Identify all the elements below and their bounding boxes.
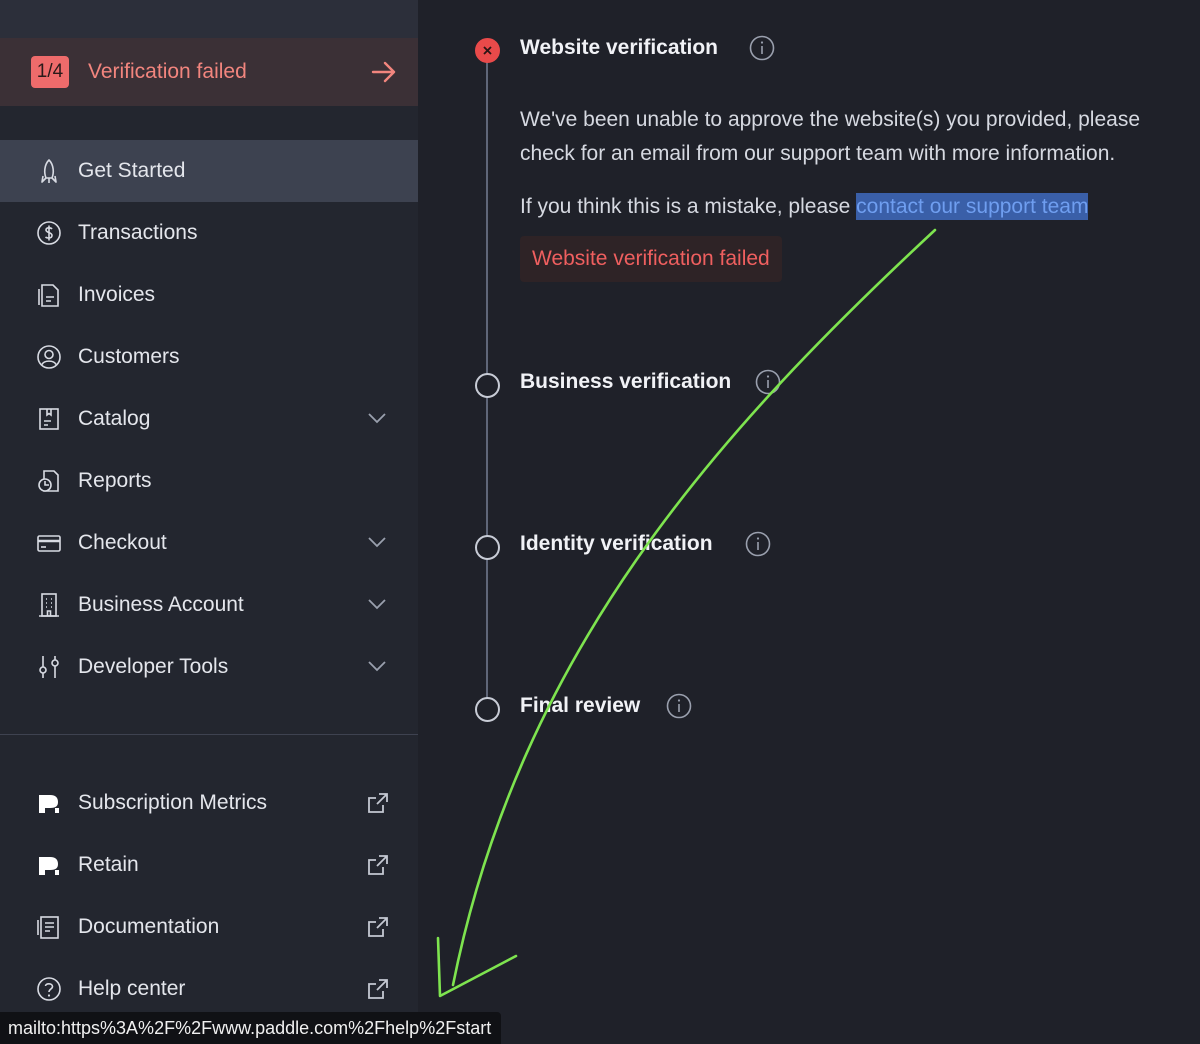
- reports-icon: [35, 467, 63, 495]
- paddle-logo-icon: [35, 789, 63, 817]
- sidebar-divider: [0, 734, 418, 735]
- step-pending-indicator: [475, 535, 500, 560]
- user-circle-icon: [35, 343, 63, 371]
- main-nav: Get Started Transactions Invoices Custom…: [0, 140, 418, 698]
- external-link-icon[interactable]: [366, 915, 390, 939]
- step-title-identity-verification: Identity verification: [520, 532, 713, 555]
- chevron-down-icon[interactable]: [366, 655, 388, 677]
- sidebar-item-checkout[interactable]: Checkout: [0, 512, 418, 574]
- info-icon[interactable]: [666, 693, 692, 719]
- mistake-contact-line: If you think this is a mistake, please c…: [520, 190, 1200, 224]
- step-pending-indicator: [475, 373, 500, 398]
- sidebar-item-label: Catalog: [78, 407, 151, 430]
- sidebar: 1/4 Verification failed Get Started Tran…: [0, 0, 418, 1044]
- external-link-icon[interactable]: [366, 853, 390, 877]
- sidebar-item-subscription-metrics[interactable]: Subscription Metrics: [0, 772, 418, 834]
- sliders-icon: [35, 653, 63, 681]
- sidebar-item-retain[interactable]: Retain: [0, 834, 418, 896]
- sidebar-item-help-center[interactable]: Help center: [0, 958, 418, 1020]
- mistake-prefix: If you think this is a mistake, please: [520, 195, 857, 218]
- sidebar-item-label: Help center: [78, 977, 186, 1000]
- contact-support-link[interactable]: contact our support team: [856, 193, 1089, 220]
- arrow-right-icon: [371, 61, 396, 83]
- dollar-circle-icon: [35, 219, 63, 247]
- sidebar-item-label: Transactions: [78, 221, 198, 244]
- step-pending-indicator: [475, 697, 500, 722]
- sidebar-item-label: Reports: [78, 469, 152, 492]
- rocket-icon: [35, 157, 63, 185]
- chevron-down-icon[interactable]: [366, 531, 388, 553]
- sidebar-item-business-account[interactable]: Business Account: [0, 574, 418, 636]
- step-failed-indicator: [475, 38, 500, 63]
- sidebar-item-customers[interactable]: Customers: [0, 326, 418, 388]
- verification-status-label: Verification failed: [88, 60, 247, 83]
- external-link-icon[interactable]: [366, 977, 390, 1001]
- step-title-website-verification: Website verification: [520, 36, 719, 59]
- verification-status-banner[interactable]: 1/4 Verification failed: [0, 38, 418, 106]
- sidebar-item-documentation[interactable]: Documentation: [0, 896, 418, 958]
- sidebar-item-label: Checkout: [78, 531, 167, 554]
- sidebar-item-label: Get Started: [78, 159, 186, 182]
- sidebar-item-transactions[interactable]: Transactions: [0, 202, 418, 264]
- sidebar-item-label: Customers: [78, 345, 180, 368]
- external-link-icon[interactable]: [366, 791, 390, 815]
- credit-card-icon: [35, 529, 63, 557]
- sidebar-item-label: Business Account: [78, 593, 244, 616]
- help-circle-icon: [35, 975, 63, 1003]
- website-verification-failed-badge: Website verification failed: [520, 236, 782, 282]
- sidebar-item-label: Developer Tools: [78, 655, 229, 678]
- paddle-logo-icon: [35, 851, 63, 879]
- sidebar-item-reports[interactable]: Reports: [0, 450, 418, 512]
- step-title-final-review: Final review: [520, 694, 641, 717]
- step-counter-badge: 1/4: [31, 56, 69, 88]
- sidebar-item-label: Subscription Metrics: [78, 791, 268, 814]
- info-icon[interactable]: [745, 531, 771, 557]
- sidebar-item-get-started[interactable]: Get Started: [0, 140, 418, 202]
- main-content: Website verification We've been unable t…: [418, 0, 1200, 1044]
- sidebar-top-strip: [0, 0, 418, 38]
- document-icon: [35, 913, 63, 941]
- sidebar-item-invoices[interactable]: Invoices: [0, 264, 418, 326]
- catalog-icon: [35, 405, 63, 433]
- sidebar-item-catalog[interactable]: Catalog: [0, 388, 418, 450]
- sidebar-item-label: Documentation: [78, 915, 220, 938]
- info-icon[interactable]: [749, 35, 775, 61]
- link-status-url-bar: mailto:https%3A%2F%2Fwww.paddle.com%2Fhe…: [0, 1012, 502, 1044]
- close-icon: [483, 46, 492, 55]
- step-title-business-verification: Business verification: [520, 370, 732, 393]
- sidebar-item-label: Invoices: [78, 283, 156, 306]
- invoice-icon: [35, 281, 63, 309]
- building-icon: [35, 591, 63, 619]
- external-links-nav: Subscription Metrics Retain Documentatio…: [0, 772, 418, 1020]
- chevron-down-icon[interactable]: [366, 593, 388, 615]
- sidebar-item-developer-tools[interactable]: Developer Tools: [0, 636, 418, 698]
- sidebar-item-label: Retain: [78, 853, 139, 876]
- website-verification-message: We've been unable to approve the website…: [520, 108, 1141, 165]
- chevron-down-icon[interactable]: [366, 407, 388, 429]
- info-icon[interactable]: [755, 369, 781, 395]
